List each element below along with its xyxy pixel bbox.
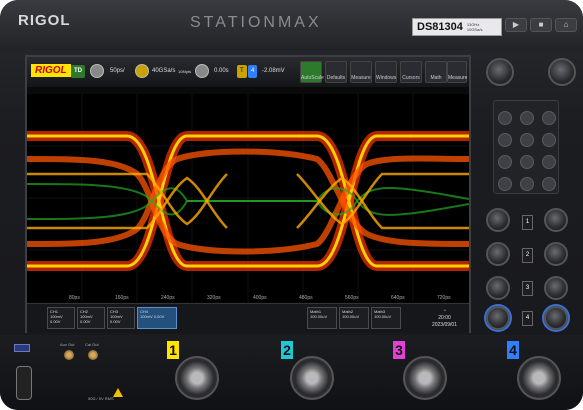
display-screen: RIGOL TD 50ps/ 40GSa/s 10Mpts 0.00s T 4 … [25,55,471,333]
model-name: DS81304 [417,21,463,33]
key-9[interactable] [542,155,556,169]
timebase-value[interactable]: 50ps/ [107,65,128,78]
multipurpose-knob-a[interactable] [486,58,514,86]
channel-4-label: 4 [507,341,519,359]
channel-knob-3[interactable] [486,276,510,300]
horizontal-position-knob[interactable] [544,242,568,266]
windows-button[interactable]: Windows [375,61,397,83]
channel-1-input[interactable] [175,356,219,400]
run-stop-button[interactable]: ▶ [505,18,527,32]
autoscale-button[interactable]: AutoScale [300,61,324,83]
horizontal-offset-value[interactable]: 0.00s [211,65,232,78]
cal-out-connector [88,350,98,360]
key-1[interactable] [498,111,512,125]
x-tick: 160ps [115,295,129,301]
channel-1-select[interactable]: 1 [522,215,533,230]
wifi-icon: ◔ [442,308,446,314]
x-tick: 480ps [299,295,313,301]
channel-3-select[interactable]: 3 [522,281,533,296]
x-tick: 400ps [253,295,267,301]
offset-knob-icon [195,64,209,78]
aux-out-label: Aux Out [60,342,75,347]
x-tick: 560ps [345,295,359,301]
warning-icon [113,388,123,397]
home-button[interactable]: ⌂ [555,18,577,32]
math-box-1[interactable]: Math1 100.00uV [307,307,337,329]
channel-box-ch1[interactable]: CH1 100mV 0.00V [47,307,75,329]
x-tick: 240ps [161,295,175,301]
model-spec: 13GHz 10GSa/s [466,22,483,32]
menu-bar: RIGOL TD 50ps/ 40GSa/s 10Mpts 0.00s T 4 … [27,57,469,87]
model-badge: DS81304 13GHz 10GSa/s [412,18,502,36]
channel-1-label: 1 [167,341,179,359]
trigger-level-knob[interactable] [544,276,568,300]
x-tick-labels: 80ps 160ps 240ps 320ps 400ps 480ps 560ps… [69,295,451,301]
channel-box-ch3[interactable]: CH3 100mV 0.00V [107,307,135,329]
channel-2-input[interactable] [290,356,334,400]
horizontal-scale-knob[interactable] [544,208,568,232]
trigger-channel-badge[interactable]: 4 [248,65,258,78]
x-tick: 720ps [437,295,451,301]
channel-status-bar: CH1 100mV 0.00V CH2 100mV 0.00V CH3 100mV 0… [27,303,469,333]
defaults-button[interactable]: Defaults [325,61,347,83]
top-bezel: RIGOL STATIONMAX DS81304 13GHz 10GSa/s ▶ … [0,0,583,50]
eye-diagram-plot[interactable]: 80ps 160ps 240ps 320ps 400ps 480ps 560ps… [27,94,469,302]
single-button[interactable]: ■ [530,18,552,32]
vertical-scale-knob[interactable] [486,208,510,232]
control-panel: 1 2 3 4 [478,50,583,335]
cursors-button[interactable]: Cursors [400,61,422,83]
channel-4-input[interactable] [517,356,561,400]
key-12[interactable] [542,177,556,191]
series-logo: STATIONMAX [190,14,322,31]
key-6[interactable] [542,133,556,147]
key-8[interactable] [520,155,534,169]
horizontal-knob-icon [90,64,104,78]
measure-button[interactable]: Measure [350,61,372,83]
channel-box-ch2[interactable]: CH2 100mV 0.00V [77,307,105,329]
x-tick: 640ps [391,295,405,301]
power-button[interactable] [16,366,32,400]
math-box-2[interactable]: Math2 100.00uV [339,307,369,329]
input-rating-label: 50Ω / 5V RMS [88,396,114,401]
aux-out-connector [64,350,74,360]
key-2[interactable] [520,111,534,125]
channel-knob-5[interactable] [544,306,568,330]
channel-2-select[interactable]: 2 [522,248,533,263]
trigger-level-value[interactable]: -2.08mV [259,65,288,78]
memory-depth-value[interactable]: 10Mpts [175,65,194,78]
oscilloscope-device: RIGOL STATIONMAX DS81304 13GHz 10GSa/s ▶ … [0,0,583,410]
key-10[interactable] [498,177,512,191]
sample-rate-value[interactable]: 40GSa/s [149,65,178,78]
channel-box-ch4[interactable]: CH4 100mV 0.00V [137,307,177,329]
waveform-info-bar [27,87,469,94]
channel-3-input[interactable] [403,356,447,400]
cal-out-label: Cal Out [85,342,99,347]
usb-port [14,344,30,352]
x-tick: 320ps [207,295,221,301]
multipurpose-knob-b[interactable] [548,58,576,86]
channel-3-label: 3 [393,341,405,359]
brand-logo: RIGOL [18,12,71,29]
math-button[interactable]: Math [425,61,447,83]
run-mode-badge[interactable]: TD [71,65,85,78]
math-box-3[interactable]: Math3 100.00uV [371,307,401,329]
key-11[interactable] [520,177,534,191]
trigger-badge[interactable]: T [237,65,247,78]
key-5[interactable] [520,133,534,147]
channel-4-select[interactable]: 4 [522,311,533,326]
acquire-icon [135,64,149,78]
function-keypad [493,100,559,194]
key-3[interactable] [542,111,556,125]
key-7[interactable] [498,155,512,169]
channel-2-label: 2 [281,341,293,359]
clock: ◔ 20:00 2023/09/01 [431,308,457,328]
vertical-position-knob[interactable] [486,242,510,266]
rigol-logo-button[interactable]: RIGOL [31,64,71,77]
measure2-button[interactable]: Measure [447,61,467,83]
x-tick: 80ps [69,295,80,301]
channel-knob-4[interactable] [486,306,510,330]
key-4[interactable] [498,133,512,147]
